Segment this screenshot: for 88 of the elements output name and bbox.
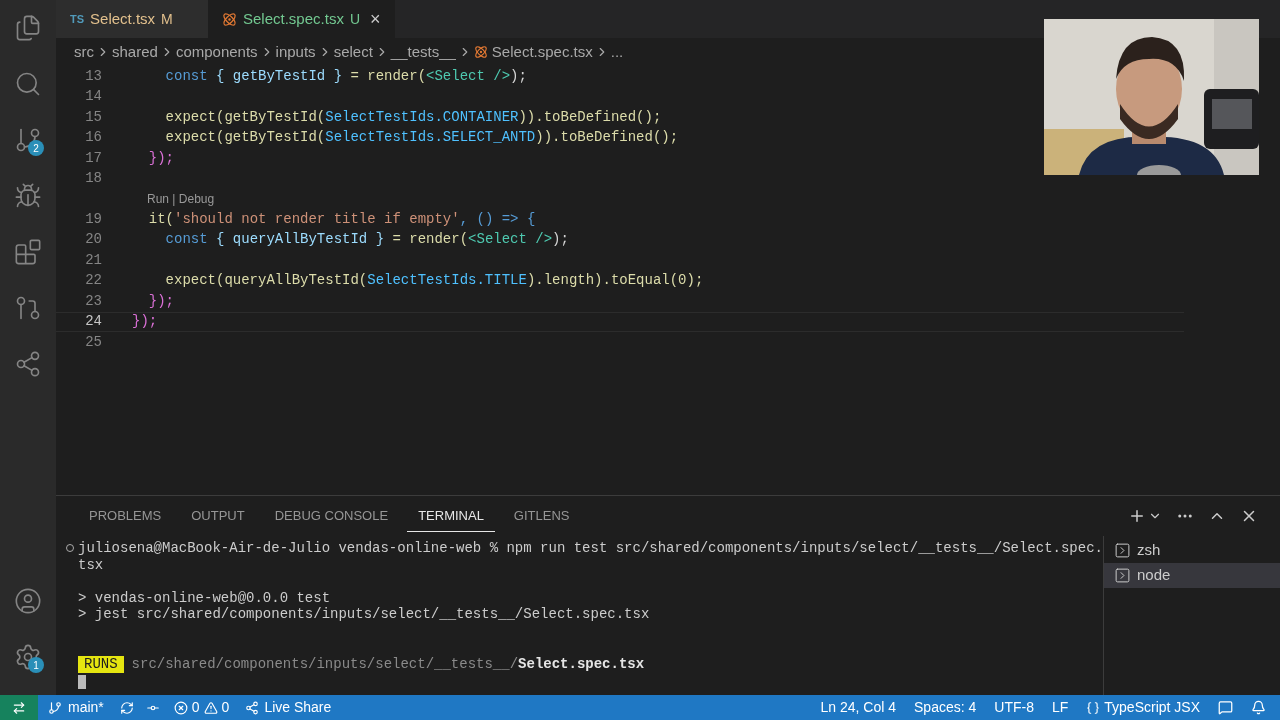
breadcrumb-item[interactable]: Select.spec.tsx: [491, 40, 593, 64]
code-line: it('should not render title if empty', () => {: [147, 209, 536, 229]
terminal-line: tsx: [78, 556, 104, 573]
share-icon[interactable]: [14, 350, 42, 378]
line-number: 18: [84, 169, 102, 189]
branch-name[interactable]: main*: [68, 697, 104, 718]
tab-label: Select.tsx: [90, 8, 156, 29]
line-number: 25: [84, 332, 102, 352]
breadcrumb-item[interactable]: __tests__: [390, 40, 456, 64]
share-icon: [245, 700, 260, 715]
editor-tab[interactable]: Select.spec.tsx U ×: [208, 0, 395, 38]
line-number: 19: [84, 209, 102, 229]
panel-tab[interactable]: TERMINAL: [407, 499, 495, 533]
panel-tab[interactable]: DEBUG CONSOLE: [263, 499, 400, 533]
breadcrumb-item[interactable]: ...: [610, 40, 624, 64]
breadcrumb-item[interactable]: select: [333, 40, 373, 64]
live-share-button[interactable]: Live Share: [264, 697, 332, 718]
count-badge: 1: [28, 657, 44, 673]
terminal-icon: [1113, 567, 1131, 584]
breadcrumb-item[interactable]: components: [175, 40, 258, 64]
line-number: 17: [84, 148, 102, 168]
warning-count[interactable]: 0: [221, 697, 230, 718]
breadcrumb-item[interactable]: inputs: [275, 40, 316, 64]
braces-icon: [1086, 700, 1101, 715]
branch-icon: [48, 700, 62, 715]
file-type-label: TS: [70, 11, 85, 27]
blocks-icon[interactable]: [14, 238, 42, 266]
terminal-icon: [1113, 542, 1131, 559]
line-number: 16: [84, 128, 102, 148]
atom-icon: [222, 11, 237, 27]
code-line: const { getByTestId } = render(<Select />);: [164, 66, 527, 86]
terminal-session[interactable]: node: [1103, 563, 1280, 588]
bug-icon[interactable]: [14, 182, 42, 210]
terminal-session[interactable]: zsh: [1103, 538, 1280, 563]
encoding[interactable]: UTF-8: [994, 697, 1034, 718]
language-mode[interactable]: TypeScript JSX: [1104, 697, 1200, 718]
cursor-position[interactable]: Ln 24, Col 4: [820, 697, 896, 718]
settings-icon[interactable]: [14, 643, 42, 671]
line-number: 22: [84, 271, 102, 291]
bell-icon[interactable]: [1251, 700, 1266, 715]
breadcrumb-item[interactable]: shared: [112, 40, 158, 64]
add-icon[interactable]: [1128, 507, 1146, 525]
line-number: 13: [84, 66, 102, 86]
error-count[interactable]: 0: [191, 697, 200, 718]
panel-tab[interactable]: OUTPUT: [180, 499, 256, 533]
graph-icon[interactable]: [14, 294, 42, 322]
line-number: 21: [84, 250, 102, 270]
line-number: 14: [84, 87, 102, 107]
remote-icon[interactable]: [12, 700, 26, 715]
indentation[interactable]: Spaces: 4: [914, 697, 977, 718]
code-line: });: [147, 291, 174, 311]
terminal-path: src/shared/components/inputs/select/__tests__/: [131, 656, 519, 673]
code-line: expect(queryAllByTestId(SelectTestIds.TITLE).length).toEqual(0);: [164, 271, 704, 291]
breadcrumb-item[interactable]: src: [74, 40, 94, 64]
account-icon[interactable]: [14, 587, 42, 615]
code-line: });: [147, 148, 174, 168]
branch-icon[interactable]: [14, 126, 42, 154]
panel-tab[interactable]: GITLENS: [502, 499, 581, 533]
atom-icon: [473, 45, 488, 59]
panel-tab[interactable]: PROBLEMS: [78, 499, 173, 533]
close-icon[interactable]: ×: [370, 5, 381, 33]
tab-label: Select.spec.tsx: [243, 8, 344, 29]
warning-icon: [203, 700, 218, 715]
code-line: expect(getByTestId(SelectTestIds.CONTAINER)).toBeDefined();: [164, 107, 662, 127]
line-number: 23: [84, 291, 102, 311]
codelens[interactable]: Run | Debug: [147, 190, 215, 208]
terminal-cursor: [78, 675, 86, 690]
runs-badge: RUNS: [78, 656, 124, 673]
terminal-line: > jest src/shared/components/inputs/select/__tests__/Select.spec.tsx: [78, 606, 650, 623]
feedback-icon[interactable]: [1218, 700, 1233, 715]
sync-icon[interactable]: [119, 700, 134, 715]
terminal-file: Select.spec.tsx: [518, 656, 645, 673]
code-line: });: [132, 312, 158, 332]
error-icon: [173, 700, 188, 715]
file-status: U: [349, 9, 360, 29]
files-icon[interactable]: [14, 14, 42, 42]
editor-tab[interactable]: TS Select.tsx M: [56, 0, 208, 38]
line-number: 20: [84, 230, 102, 250]
search-icon[interactable]: [14, 70, 42, 98]
terminal-line: > vendas-online-web@0.0.0 test: [78, 589, 331, 606]
file-status: M: [161, 9, 173, 29]
line-number: 24: [84, 312, 102, 332]
line-ending[interactable]: LF: [1051, 697, 1069, 718]
code-line: expect(getByTestId(SelectTestIds.SELECT_ANTD)).toBeDefined();: [164, 128, 679, 148]
code-line: const { queryAllByTestId } = render(<Select />);: [164, 230, 569, 250]
line-number: 15: [84, 107, 102, 127]
count-badge: 2: [28, 140, 44, 156]
terminal-line: juliosena@MacBook-Air-de-Julio vendas-online-web % npm run test src/shared/components/inputs/select/__tests__/Select.spec.: [78, 540, 1103, 557]
